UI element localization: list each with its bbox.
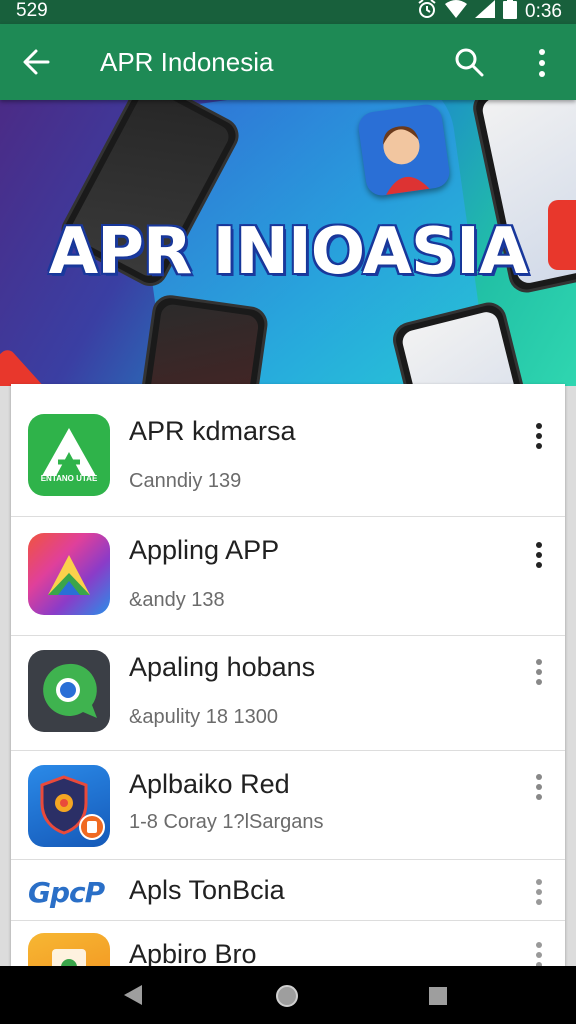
app-name: Apbiro Bro [129,939,257,966]
wifi-icon [445,0,468,24]
banner-red-shape [0,346,62,386]
app-icon-caption: ENTANO UTAE [40,474,98,483]
green-triangle-logo-icon: ENTANO UTAE [28,414,110,496]
status-time-right: 0:36 [525,1,562,22]
app-name: Apaling hobans [129,652,316,682]
app-subtitle: &andy 138 [129,589,225,611]
app-name: Appling APP [129,535,280,565]
gpcp-text-logo-icon: GpcP [28,876,110,909]
app-list: ENTANO UTAE APR kdmarsa Canndiy 139 Appl… [11,384,565,966]
back-nav-icon[interactable] [122,983,144,1012]
app-bar: APR Indonesia [0,24,576,100]
search-icon[interactable] [454,47,484,77]
chat-bubble-chrome-icon [28,650,110,732]
shield-badge-icon [28,765,110,847]
app-name: APR kdmarsa [129,416,296,446]
list-item[interactable]: Apaling hobans &apulity 18 1300 [11,636,565,751]
item-menu-icon[interactable] [531,658,547,686]
back-arrow-icon[interactable] [22,48,50,76]
item-menu-icon[interactable] [531,878,547,906]
battery-icon [503,0,518,25]
signal-icon [475,0,496,24]
recents-nav-icon[interactable] [428,986,448,1011]
alarm-icon [417,0,437,25]
gradient-play-triangle-icon [28,533,110,615]
orange-folder-icon [28,933,110,966]
app-icon-caption: GpcP [28,876,105,909]
item-menu-icon[interactable] [531,773,547,801]
item-menu-icon[interactable] [531,541,547,569]
home-nav-icon[interactable] [275,984,299,1013]
item-menu-icon[interactable] [531,941,547,966]
list-item[interactable]: Aplbaiko Red 1-8 Coray 1?lSargans [11,751,565,860]
app-subtitle: Canndiy 139 [129,470,242,492]
app-subtitle: 1-8 Coray 1?lSargans [129,811,324,833]
status-time-left: 529 [16,0,48,21]
list-item[interactable]: ENTANO UTAE APR kdmarsa Canndiy 139 [11,384,565,517]
system-nav-bar [0,966,576,1024]
app-name: Apls TonBcia [129,875,285,905]
status-bar: 529 0:36 [0,0,576,24]
list-item[interactable]: GpcP Apls TonBcia [11,860,565,921]
banner-avatar-app-icon [356,102,452,198]
app-name: Aplbaiko Red [129,769,290,799]
page-title: APR Indonesia [100,47,274,77]
banner-heading: APR INIOASIA [48,215,529,289]
overflow-menu-icon[interactable] [532,48,552,78]
list-item[interactable]: Apbiro Bro [11,921,565,966]
featured-banner[interactable]: APR INIOASIA [0,100,576,386]
list-item[interactable]: Appling APP &andy 138 [11,517,565,636]
item-menu-icon[interactable] [531,422,547,450]
app-subtitle: &apulity 18 1300 [129,706,279,728]
banner-phone-image [126,292,270,386]
